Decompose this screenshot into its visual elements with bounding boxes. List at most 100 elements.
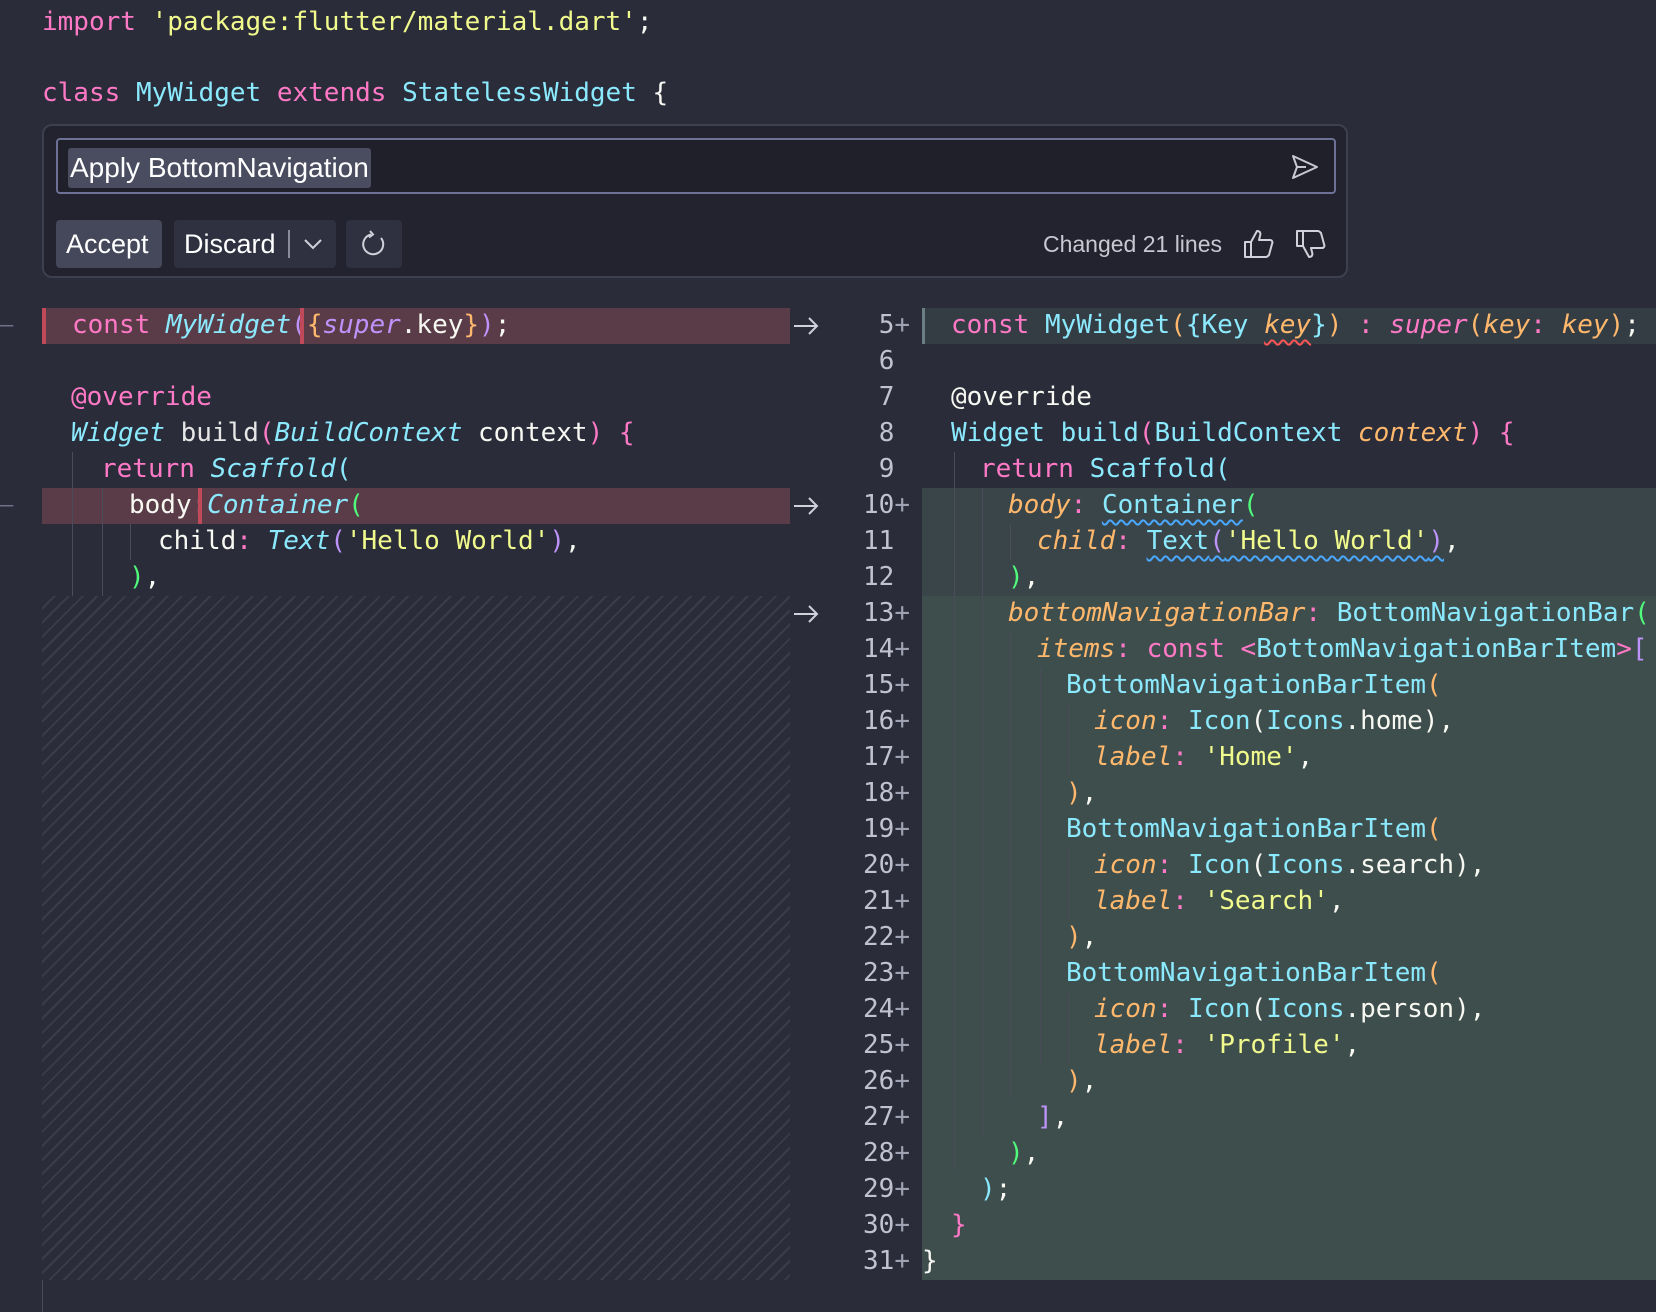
paren: ( xyxy=(1426,670,1442,700)
punctuation: , xyxy=(1052,1102,1069,1132)
string-literal: 'Hello World' xyxy=(345,526,550,556)
line-number: 21+ xyxy=(863,886,910,916)
right-line-12: ), xyxy=(1008,559,1039,595)
paren: ( xyxy=(1634,598,1650,628)
paren: ( xyxy=(1250,994,1267,1024)
paren: ) xyxy=(129,562,145,592)
class-name: BottomNavigationBar xyxy=(1336,598,1635,628)
class-name: Icons xyxy=(1266,994,1345,1024)
right-line-11: child: Text('Hello World'), xyxy=(1037,523,1460,559)
named-arg: items xyxy=(1037,634,1116,664)
paren: ) xyxy=(1454,850,1470,880)
line-number: 7 xyxy=(878,382,910,412)
named-arg: child xyxy=(1037,526,1116,556)
param: context xyxy=(1358,418,1468,448)
line-number: 26+ xyxy=(863,1066,910,1096)
punctuation: , xyxy=(1344,1030,1361,1060)
punctuation: , xyxy=(1081,922,1098,952)
paren: ( xyxy=(1242,490,1259,520)
type: Widget xyxy=(71,418,165,448)
colon: : xyxy=(1156,706,1173,736)
line-number: 23+ xyxy=(863,958,910,988)
punctuation: , xyxy=(1328,886,1345,916)
class-name: Container xyxy=(1101,490,1243,520)
right-line-8: Widget build(BuildContext context) { xyxy=(951,415,1515,451)
right-line-21: label: 'Search', xyxy=(1094,883,1344,919)
colon: : xyxy=(1115,526,1131,556)
line-number: 28+ xyxy=(863,1138,910,1168)
paren: ( xyxy=(330,526,346,556)
paren: ( xyxy=(1426,958,1442,988)
colon: : xyxy=(1172,886,1188,916)
named-arg: icon xyxy=(1094,850,1157,880)
string-literal: 'Home' xyxy=(1203,742,1298,772)
line-number: 15+ xyxy=(863,670,910,700)
discard-button[interactable]: Discard xyxy=(174,220,336,268)
line-number: 31+ xyxy=(863,1246,910,1276)
class-name: Scaffold xyxy=(1089,454,1215,484)
type: BottomNavigationBarItem xyxy=(1256,634,1617,664)
punctuation: , xyxy=(565,526,581,556)
line-number: 6 xyxy=(878,346,910,376)
right-line-16: icon: Icon(Icons.home), xyxy=(1094,703,1454,739)
paren: ( xyxy=(258,418,275,448)
method-name: build xyxy=(180,418,259,448)
member: .search xyxy=(1344,850,1455,880)
paren: ) xyxy=(1428,526,1445,556)
right-line-5: const MyWidget({Key key}) : super(key: k… xyxy=(951,307,1640,343)
accept-button[interactable]: Accept xyxy=(56,220,162,268)
line-number: 18+ xyxy=(863,778,910,808)
punctuation: , xyxy=(1469,994,1486,1024)
class-name: BottomNavigationBarItem xyxy=(1066,814,1427,844)
named-arg: bottomNavigationBar xyxy=(1008,598,1306,628)
changed-lines-label: Changed 21 lines xyxy=(1042,231,1222,257)
right-line-27: ], xyxy=(1037,1099,1068,1135)
indent-guide xyxy=(1068,992,1069,1064)
paren: ) xyxy=(1422,706,1439,736)
punctuation: ; xyxy=(995,1174,1012,1204)
prompt-input[interactable]: Apply BottomNavigation xyxy=(56,138,1336,194)
punctuation: , xyxy=(144,562,161,592)
line-number: 20+ xyxy=(863,850,910,880)
keyword: import xyxy=(42,7,136,37)
prompt-text[interactable]: Apply BottomNavigation xyxy=(68,148,371,188)
punctuation: , xyxy=(1081,1066,1098,1096)
right-line-24: icon: Icon(Icons.person), xyxy=(1094,991,1485,1027)
type: Key xyxy=(1201,310,1249,340)
chevron-down-icon[interactable] xyxy=(302,234,324,254)
class-name: Text xyxy=(267,526,331,556)
paren: ( xyxy=(1250,706,1267,736)
colon: : xyxy=(1305,598,1322,628)
code-line-import: import 'package:flutter/material.dart'; xyxy=(42,4,653,40)
regenerate-button[interactable] xyxy=(346,220,402,268)
indent-guide xyxy=(1040,668,1041,1064)
indent-guide xyxy=(1068,848,1069,920)
line-number: 12 xyxy=(863,562,910,592)
keyword: const xyxy=(1146,634,1225,664)
class-name: Icon xyxy=(1187,850,1251,880)
collapse-marker: – xyxy=(0,493,14,518)
accept-label: Accept xyxy=(66,229,149,259)
change-highlight xyxy=(198,488,202,524)
type: Widget xyxy=(951,418,1045,448)
string-literal: 'Hello World' xyxy=(1224,526,1429,556)
right-line-13: bottomNavigationBar: BottomNavigationBar… xyxy=(1008,595,1650,631)
param: key xyxy=(1264,310,1312,340)
named-arg: body xyxy=(1008,490,1071,520)
super-keyword: super xyxy=(322,310,401,340)
thumbs-up-icon[interactable] xyxy=(1242,228,1276,260)
colon: : xyxy=(1172,742,1188,772)
keyword: return xyxy=(980,454,1074,484)
punctuation: , xyxy=(1444,526,1460,556)
class-name: Icons xyxy=(1266,706,1345,736)
right-line-31: } xyxy=(922,1246,938,1276)
paren: ) xyxy=(587,418,604,448)
right-line-22: ), xyxy=(1066,919,1097,955)
class-name: Icons xyxy=(1266,850,1345,880)
send-icon[interactable] xyxy=(1290,152,1320,182)
method-name: build xyxy=(1060,418,1139,448)
named-arg: icon xyxy=(1094,706,1157,736)
paren: ) xyxy=(1008,562,1024,592)
thumbs-down-icon[interactable] xyxy=(1294,228,1328,260)
constructor-name: MyWidget xyxy=(165,310,292,340)
